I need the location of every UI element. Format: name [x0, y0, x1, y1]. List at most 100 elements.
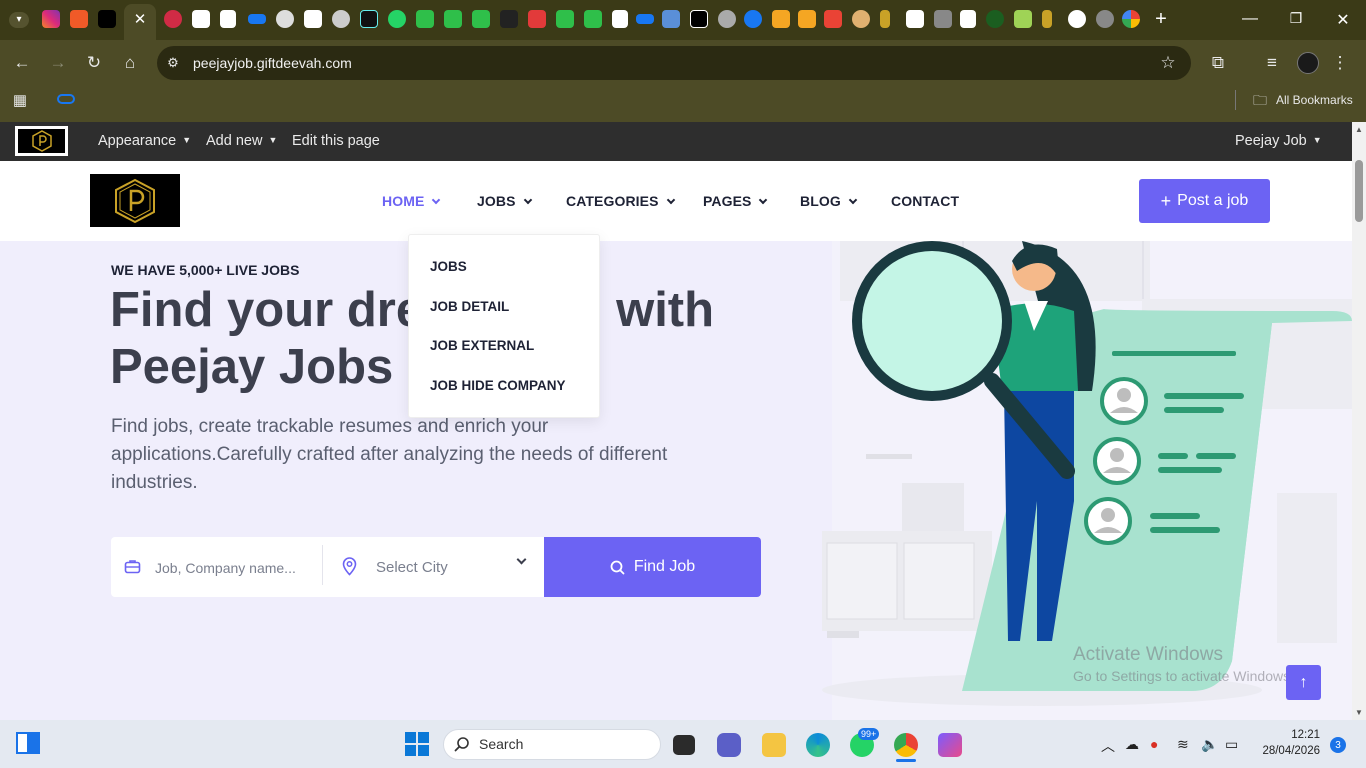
tab-icon[interactable] [852, 10, 870, 28]
tab-icon[interactable] [164, 10, 182, 28]
dropdown-item-jobs[interactable]: JOBS [430, 259, 467, 274]
nav-pages[interactable]: PAGES [703, 193, 768, 209]
tab-search-button[interactable]: ▾ [9, 12, 29, 28]
extensions-icon[interactable]: ⧉ [1208, 53, 1228, 73]
chrome-icon[interactable] [894, 733, 918, 757]
tab-icon[interactable] [192, 10, 210, 28]
dropdown-item-job-detail[interactable]: JOB DETAIL [430, 299, 509, 314]
x-tab-icon[interactable] [690, 10, 708, 28]
clock-date[interactable]: 28/04/2026 [1258, 745, 1320, 757]
tab-icon[interactable] [416, 10, 434, 28]
tab-icon[interactable] [472, 10, 490, 28]
google-tab-icon[interactable] [1122, 10, 1140, 28]
widgets-icon[interactable] [16, 732, 40, 754]
tiktok-tab-icon[interactable] [360, 10, 378, 28]
forward-icon[interactable]: → [48, 53, 68, 73]
instagram-tab-icon[interactable] [42, 10, 60, 28]
tab-icon[interactable] [1096, 10, 1114, 28]
admin-edit-page-link[interactable]: Edit this page [292, 133, 380, 149]
tab-icon[interactable] [798, 10, 816, 28]
tab-icon[interactable] [220, 10, 236, 28]
cloud-icon[interactable]: ☁ [1125, 736, 1139, 753]
tab-icon[interactable] [880, 10, 890, 28]
wifi-icon[interactable]: ≋ [1177, 736, 1189, 753]
task-view-icon[interactable] [673, 735, 695, 755]
tab-icon[interactable] [612, 10, 628, 28]
reload-icon[interactable]: ↻ [84, 53, 104, 73]
tab-icon[interactable] [70, 10, 88, 28]
tab-icon[interactable] [332, 10, 350, 28]
city-select[interactable]: Select City [376, 559, 448, 576]
tab-icon[interactable] [584, 10, 602, 28]
new-tab-icon[interactable]: + [1151, 8, 1171, 31]
taskbar-search-box[interactable] [443, 729, 661, 760]
tab-icon[interactable] [1042, 10, 1052, 28]
profile-avatar[interactable] [1297, 52, 1319, 74]
tab-icon[interactable] [500, 10, 518, 28]
chevron-up-icon[interactable]: ︿ [1101, 736, 1115, 756]
media-control-icon[interactable]: ≡ [1262, 53, 1282, 73]
nav-contact[interactable]: CONTACT [891, 193, 959, 209]
dropdown-item-job-hide-company[interactable]: JOB HIDE COMPANY [430, 378, 566, 393]
nav-jobs[interactable]: JOBS [477, 193, 532, 209]
windows-start-icon[interactable] [405, 732, 429, 756]
tab-icon[interactable] [276, 10, 294, 28]
scrollbar-thumb[interactable] [1355, 160, 1363, 222]
facebook-tab-icon[interactable] [744, 10, 762, 28]
status-icon[interactable]: ● [1150, 736, 1158, 752]
admin-add-new-menu[interactable]: Add new ▼ [206, 133, 277, 149]
tab-icon[interactable] [772, 10, 790, 28]
volume-icon[interactable]: 🔈 [1201, 736, 1218, 753]
tab-icon[interactable] [1014, 10, 1032, 28]
github-tab-icon[interactable] [1068, 10, 1086, 28]
tab-icon[interactable] [718, 10, 736, 28]
gmail-tab-icon[interactable] [824, 10, 842, 28]
close-tab-icon[interactable]: ✕ [130, 10, 150, 28]
clock-time[interactable]: 12:21 [1280, 729, 1320, 741]
tab-icon[interactable] [556, 10, 574, 28]
meta-tab-icon[interactable] [248, 14, 266, 24]
tab-icon[interactable] [986, 10, 1004, 28]
nav-home[interactable]: HOME [382, 193, 441, 209]
menu-kebab-icon[interactable]: ⋮ [1330, 53, 1350, 73]
post-job-button[interactable]: + Post a job [1139, 179, 1270, 223]
back-to-top-button[interactable]: ↑ [1286, 665, 1321, 700]
notification-count-badge[interactable]: 3 [1330, 737, 1346, 753]
tab-icon[interactable] [98, 10, 116, 28]
admin-bar-site-logo[interactable] [15, 126, 68, 156]
meta-bookmark-icon[interactable] [57, 94, 75, 104]
tab-icon[interactable] [444, 10, 462, 28]
bookmark-star-icon[interactable]: ☆ [1158, 53, 1178, 73]
tab-icon[interactable] [662, 10, 680, 28]
all-bookmarks-link[interactable]: All Bookmarks [1276, 93, 1353, 107]
tab-icon[interactable] [906, 10, 924, 28]
tab-icon[interactable] [960, 10, 976, 28]
teams-icon[interactable] [717, 733, 741, 757]
apps-grid-icon[interactable]: ▦ [10, 91, 30, 111]
minimize-icon[interactable]: — [1240, 10, 1260, 28]
restore-icon[interactable]: ❐ [1286, 10, 1306, 27]
scroll-down-arrow-icon[interactable]: ▼ [1352, 708, 1366, 717]
tab-icon[interactable] [528, 10, 546, 28]
scroll-up-arrow-icon[interactable]: ▲ [1352, 125, 1366, 134]
admin-user-menu[interactable]: Peejay Job ▼ [1235, 133, 1322, 149]
nav-categories[interactable]: CATEGORIES [566, 193, 675, 209]
job-keyword-input[interactable]: Job, Company name... [155, 560, 296, 576]
find-job-button[interactable]: Find Job [544, 537, 761, 597]
meta-tab-icon[interactable] [636, 14, 654, 24]
app-icon[interactable] [938, 733, 962, 757]
admin-appearance-menu[interactable]: Appearance ▼ [98, 133, 191, 149]
battery-icon[interactable]: ▭ [1225, 736, 1238, 753]
site-info-icon[interactable]: ⚙ [163, 53, 183, 73]
nav-blog[interactable]: BLOG [800, 193, 858, 209]
close-window-icon[interactable]: ✕ [1333, 10, 1353, 30]
site-logo[interactable] [90, 174, 180, 227]
address-url[interactable]: peejayjob.giftdeevah.com [193, 55, 352, 71]
whatsapp-tab-icon[interactable] [388, 10, 406, 28]
tab-icon[interactable] [304, 10, 322, 28]
back-icon[interactable]: ← [12, 53, 32, 73]
tab-icon[interactable] [934, 10, 952, 28]
file-explorer-icon[interactable] [762, 733, 786, 757]
home-icon[interactable]: ⌂ [120, 53, 140, 73]
edge-icon[interactable] [806, 733, 830, 757]
